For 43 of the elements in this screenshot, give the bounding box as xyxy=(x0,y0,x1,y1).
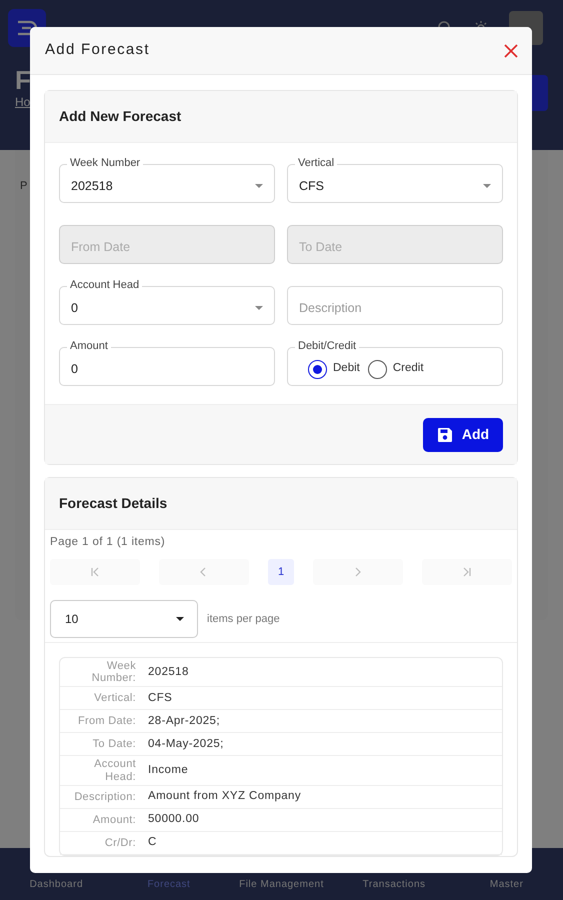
detail-label: Amount: xyxy=(92,812,137,828)
card-header: Add New Forecast xyxy=(45,91,517,143)
save-icon xyxy=(436,426,453,442)
pager-text: P xyxy=(20,180,28,192)
detail-value: Amount from XYZ Company xyxy=(147,789,302,804)
detail-value: 04-May-2025; xyxy=(147,736,224,752)
close-icon[interactable] xyxy=(504,44,518,58)
detail-label: From Date: xyxy=(76,714,137,730)
detail-value: Income xyxy=(147,762,188,778)
caret-icon xyxy=(175,616,185,622)
page-size-select[interactable]: 10 xyxy=(50,600,198,638)
detail-label: Cr/Dr: xyxy=(104,836,137,851)
previous-page-button[interactable] xyxy=(159,559,249,586)
detail-value: 202518 xyxy=(147,664,189,680)
page-info: Page 1 of 1 (1 items) xyxy=(49,535,166,550)
page-button[interactable]: 1 xyxy=(268,559,294,586)
page-size-label: items per page xyxy=(207,612,280,627)
detail-value: CFS xyxy=(147,690,172,706)
breadcrumb-link[interactable]: Ho xyxy=(0,95,30,109)
detail-value: C xyxy=(147,835,157,850)
detail-label: Week Number: xyxy=(90,659,137,686)
caret-icon xyxy=(254,183,264,189)
first-page-icon xyxy=(90,567,100,578)
caret-icon xyxy=(254,305,264,311)
last-page-icon xyxy=(462,567,472,578)
next-page-button[interactable] xyxy=(313,559,403,586)
detail-value: 28-Apr-2025; xyxy=(147,714,220,729)
detail-label: Description: xyxy=(73,790,137,805)
detail-label: Account Head: xyxy=(93,757,137,785)
dialog-title: Add Forecast xyxy=(45,40,150,60)
last-page-button[interactable] xyxy=(422,559,512,586)
detail-label: To Date: xyxy=(92,737,137,752)
page-title: F xyxy=(14,64,32,93)
detail-label: Vertical: xyxy=(93,691,137,706)
radio-option[interactable]: Credit xyxy=(368,360,424,378)
input-field[interactable]: Description xyxy=(287,286,503,325)
radio-option[interactable]: Debit xyxy=(308,360,360,378)
first-page-button[interactable] xyxy=(50,559,140,586)
detail-value: 50000.00 xyxy=(147,812,200,827)
caret-icon xyxy=(482,183,492,189)
next-page-icon xyxy=(353,567,363,578)
add-button[interactable]: Add xyxy=(423,418,503,452)
card-header: Forecast Details xyxy=(45,478,517,530)
